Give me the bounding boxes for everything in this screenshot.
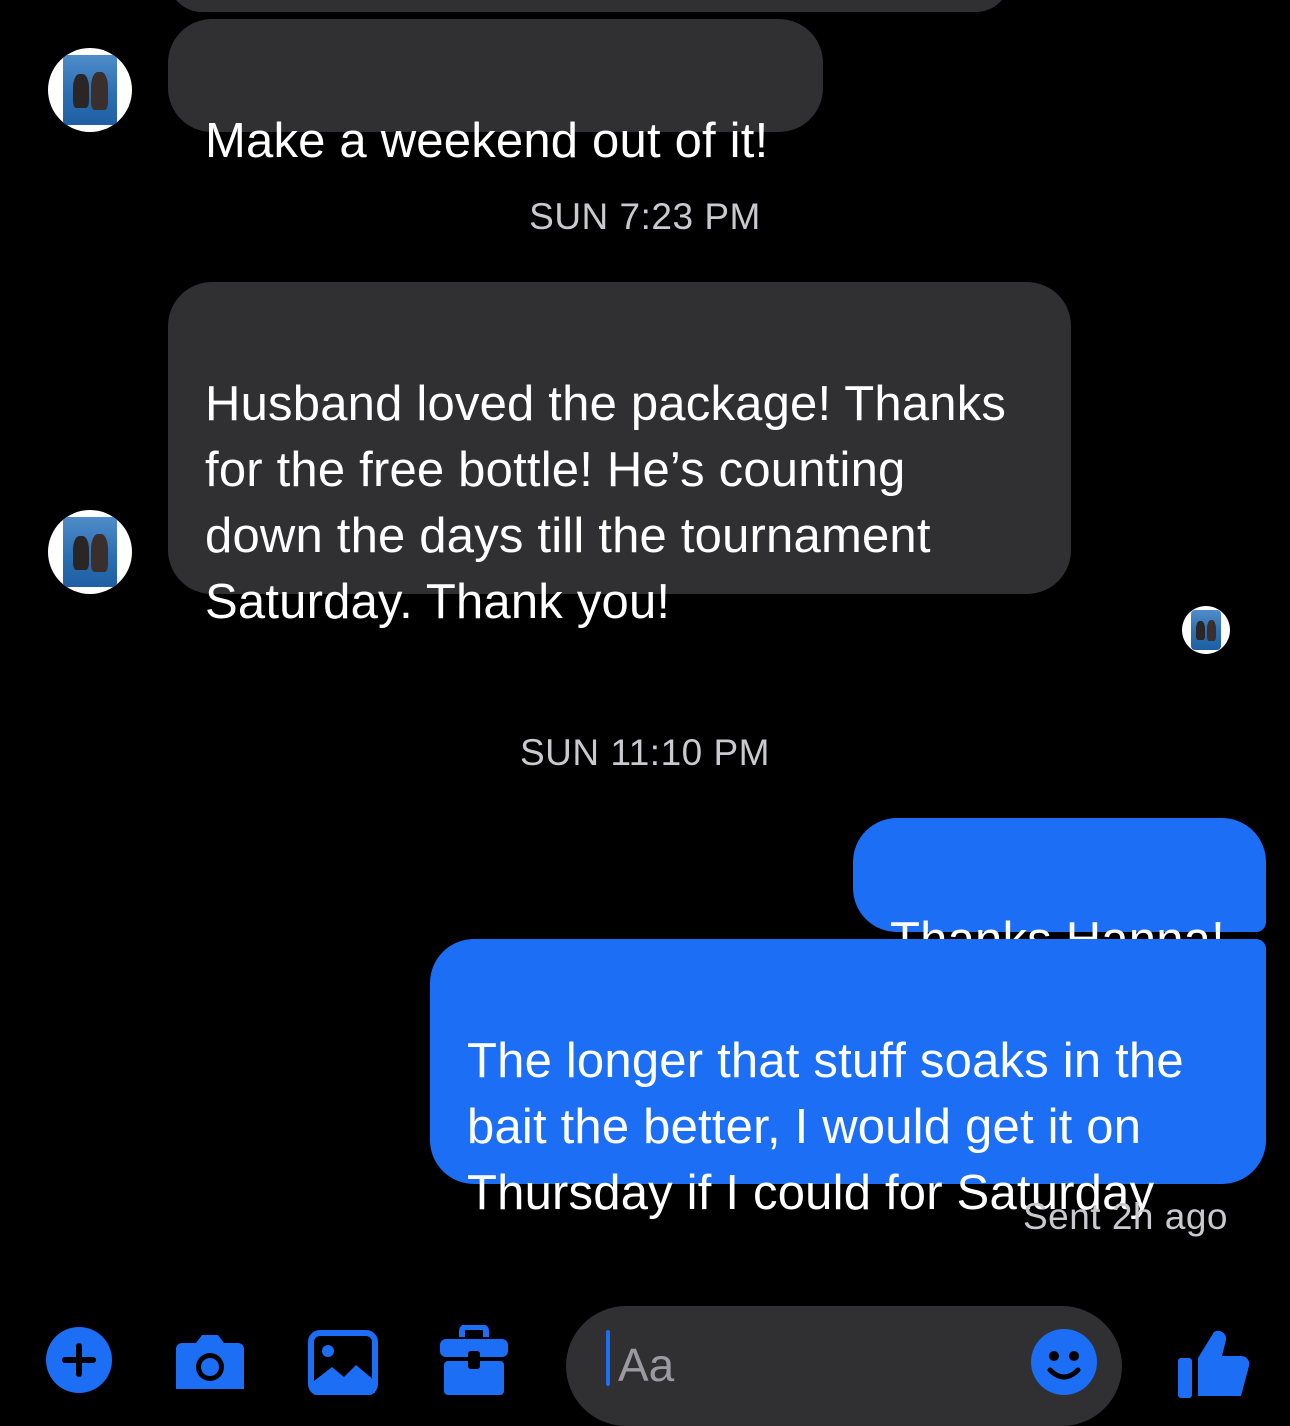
- timestamp: SUN 7:23 PM: [529, 196, 761, 237]
- toolbox-icon[interactable]: [438, 1324, 508, 1395]
- message-text: Make a weekend out of it!: [205, 114, 769, 168]
- contact-avatar[interactable]: [48, 510, 132, 594]
- message-input[interactable]: Aa: [566, 1306, 1122, 1426]
- message-text: Husband loved the package! Thanks for th…: [205, 377, 1007, 629]
- avatar-photo: [1190, 609, 1222, 651]
- avatar-photo: [63, 516, 117, 588]
- message-input-placeholder: Aa: [618, 1339, 675, 1391]
- message-bubble-incoming[interactable]: Make a weekend out of it!: [168, 19, 823, 168]
- message-bubble-outgoing[interactable]: The longer that stuff soaks in the bait …: [430, 939, 1266, 1220]
- thumbs-up-icon[interactable]: [1176, 1324, 1250, 1398]
- timestamp: SUN 11:10 PM: [519, 732, 771, 773]
- message-bubble-incoming[interactable]: Husband loved the package! Thanks for th…: [168, 282, 1071, 629]
- camera-icon[interactable]: [174, 1325, 244, 1395]
- sent-status: Sent 2h ago: [1022, 1196, 1228, 1237]
- emoji-icon[interactable]: [1030, 1328, 1098, 1396]
- gallery-icon[interactable]: [308, 1325, 378, 1396]
- message-bubble-outgoing[interactable]: Thanks Hanna!: [853, 818, 1266, 967]
- contact-avatar[interactable]: [48, 48, 132, 132]
- avatar-photo: [63, 54, 117, 126]
- read-receipt-avatar: [1182, 606, 1230, 654]
- text-cursor: [606, 1330, 610, 1386]
- message-text: The longer that stuff soaks in the bait …: [467, 1034, 1184, 1220]
- previous-message-bubble[interactable]: [168, 0, 1010, 12]
- plus-circle-icon[interactable]: [44, 1325, 114, 1395]
